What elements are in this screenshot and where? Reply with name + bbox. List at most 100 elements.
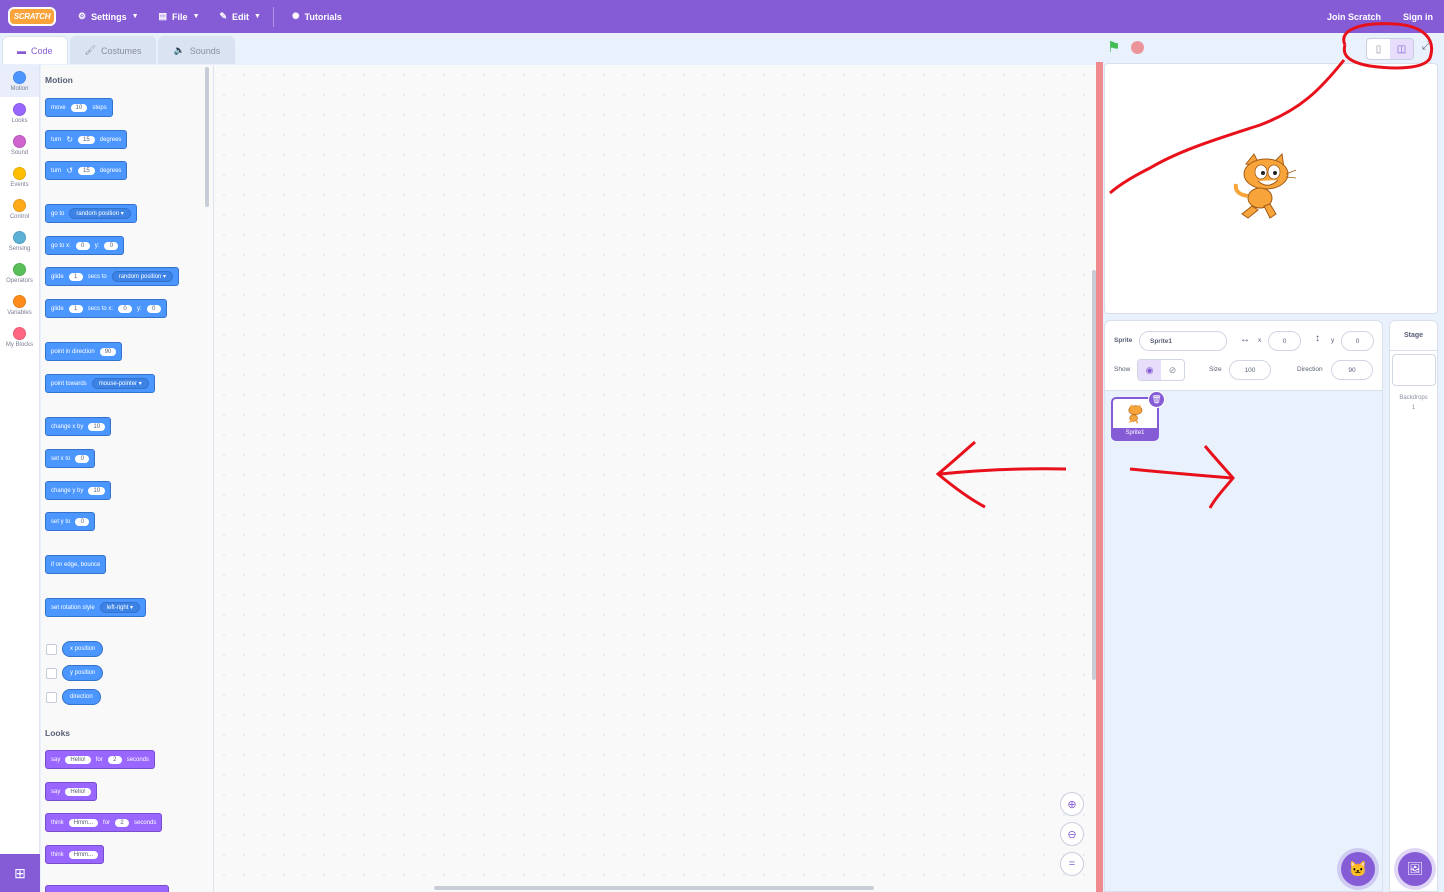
small-stage-button[interactable]: ▯: [1367, 39, 1390, 59]
message-input[interactable]: Hmm...: [68, 818, 99, 827]
reporter-y-position[interactable]: y position: [62, 665, 104, 681]
green-flag-icon[interactable]: ⚑: [1107, 40, 1123, 56]
category-events[interactable]: Events: [0, 161, 39, 193]
block-looks-partial[interactable]: [45, 885, 169, 892]
block-set-x[interactable]: set x to 0: [45, 449, 96, 468]
block-point-in-direction[interactable]: point in direction 90: [45, 342, 123, 361]
x-input[interactable]: 0: [75, 241, 90, 250]
block-go-to-xy[interactable]: go to x: 0 y: 0: [45, 236, 125, 255]
settings-menu[interactable]: ⚙ Settings ▼: [68, 0, 149, 33]
block-say-for-secs[interactable]: say Hello! for 2 seconds: [45, 750, 156, 769]
reporter-x-position[interactable]: x position: [62, 641, 104, 657]
category-sensing[interactable]: Sensing: [0, 225, 39, 257]
category-sound[interactable]: Sound: [0, 129, 39, 161]
file-menu[interactable]: ▤ File ▼: [149, 0, 210, 33]
rotation-dropdown[interactable]: left-right ▾: [99, 602, 141, 613]
block-change-x[interactable]: change x by 10: [45, 417, 112, 436]
tab-sounds[interactable]: 🔈 Sounds: [158, 36, 236, 64]
join-scratch-link[interactable]: Join Scratch: [1316, 0, 1392, 33]
block-say[interactable]: say Hello!: [45, 782, 97, 801]
secs-input[interactable]: 1: [68, 304, 83, 313]
tab-costumes[interactable]: 🖌 Costumes: [69, 36, 157, 64]
block-glide-to-xy[interactable]: glide 1 secs to x: 0 y: 0: [45, 299, 167, 318]
y-position-checkbox[interactable]: [46, 668, 57, 679]
stage-selector[interactable]: Stage Backdrops 1 🖼: [1389, 320, 1438, 892]
tab-code[interactable]: ▬ Code: [2, 36, 68, 64]
x-position-checkbox[interactable]: [46, 644, 57, 655]
value-input[interactable]: 10: [88, 486, 106, 495]
category-motion[interactable]: Motion: [0, 65, 39, 97]
script-horizontal-scrollbar[interactable]: [434, 886, 874, 890]
sprite-direction-input[interactable]: 90: [1331, 360, 1373, 380]
block-change-y[interactable]: change y by 10: [45, 481, 112, 500]
reporter-direction[interactable]: direction: [62, 689, 101, 705]
zoom-reset-button[interactable]: =: [1060, 852, 1084, 876]
sprite-y-input[interactable]: 0: [1341, 331, 1374, 351]
block-set-y[interactable]: set y to 0: [45, 512, 96, 531]
target-dropdown[interactable]: mouse-pointer ▾: [91, 378, 149, 389]
delete-sprite-button[interactable]: 🗑: [1148, 391, 1165, 408]
category-looks[interactable]: Looks: [0, 97, 39, 129]
block-think[interactable]: think Hmm...: [45, 845, 105, 864]
secs-input[interactable]: 1: [68, 272, 83, 281]
category-control[interactable]: Control: [0, 193, 39, 225]
direction-input[interactable]: 90: [99, 347, 117, 356]
message-input[interactable]: Hello!: [65, 755, 91, 764]
value-input[interactable]: 0: [75, 517, 90, 526]
edit-menu[interactable]: ✎ Edit ▼: [210, 0, 271, 33]
scratch-logo[interactable]: SCRATCH: [8, 7, 56, 26]
show-sprite-button[interactable]: ◉: [1138, 360, 1161, 380]
block-turn-right[interactable]: turn ↻ 15 degrees: [45, 130, 128, 149]
sprite-thumbnail[interactable]: Sprite1 🗑: [1111, 391, 1165, 441]
looks-dot-icon: [13, 102, 26, 116]
message-input[interactable]: Hello!: [65, 787, 91, 796]
degrees-input[interactable]: 15: [78, 135, 95, 144]
sprite-size-input[interactable]: 100: [1229, 360, 1271, 380]
block-text: change x by: [51, 423, 84, 430]
hide-sprite-button[interactable]: ⊘: [1161, 360, 1184, 380]
sprite-x-input[interactable]: 0: [1268, 331, 1301, 351]
category-variables[interactable]: Variables: [0, 289, 39, 321]
fullscreen-icon[interactable]: ⤢: [1422, 40, 1431, 53]
steps-input[interactable]: 10: [70, 103, 88, 112]
direction-checkbox[interactable]: [46, 692, 57, 703]
block-bounce[interactable]: if on edge, bounce: [45, 555, 107, 574]
message-input[interactable]: Hmm...: [68, 850, 99, 859]
stage-canvas[interactable]: [1104, 63, 1438, 314]
equals-icon: =: [1068, 858, 1076, 870]
value-input[interactable]: 10: [88, 422, 106, 431]
target-dropdown[interactable]: random position ▾: [69, 208, 131, 219]
script-area[interactable]: ⊕ ⊖ =: [214, 65, 1098, 892]
choose-backdrop-button[interactable]: 🖼: [1398, 852, 1432, 886]
add-extension-button[interactable]: ⊞: [0, 854, 40, 892]
y-input[interactable]: 0: [104, 241, 119, 250]
category-my-blocks[interactable]: My Blocks: [0, 321, 39, 353]
block-turn-left[interactable]: turn ↺ 15 degrees: [45, 161, 128, 180]
category-operators[interactable]: Operators: [0, 257, 39, 289]
block-rotation-style[interactable]: set rotation style left-right ▾: [45, 598, 147, 617]
value-input[interactable]: 0: [75, 454, 90, 463]
sprite-name-input[interactable]: Sprite1: [1139, 331, 1227, 351]
block-glide-to[interactable]: glide 1 secs to random position ▾: [45, 267, 180, 286]
degrees-input[interactable]: 15: [78, 166, 95, 175]
stage-thumbnail[interactable]: [1391, 354, 1436, 386]
secs-input[interactable]: 2: [107, 755, 122, 764]
secs-input[interactable]: 2: [115, 818, 130, 827]
y-input[interactable]: 0: [146, 304, 161, 313]
zoom-out-button[interactable]: ⊖: [1060, 822, 1084, 846]
large-stage-button[interactable]: ◫: [1390, 39, 1413, 59]
target-dropdown[interactable]: random position ▾: [111, 271, 174, 282]
x-input[interactable]: 0: [118, 304, 133, 313]
tutorials-button[interactable]: ✺ Tutorials: [282, 0, 352, 33]
block-think-for-secs[interactable]: think Hmm... for 2 seconds: [45, 813, 163, 832]
choose-sprite-button[interactable]: 🐱: [1341, 852, 1375, 886]
zoom-in-button[interactable]: ⊕: [1060, 792, 1084, 816]
block-point-towards[interactable]: point towards mouse-pointer ▾: [45, 374, 155, 393]
sign-in-link[interactable]: Sign in: [1392, 0, 1444, 33]
large-stage-icon: ◫: [1396, 43, 1407, 55]
block-go-to[interactable]: go to random position ▾: [45, 204, 137, 223]
stop-icon[interactable]: [1131, 41, 1144, 54]
events-dot-icon: [13, 166, 26, 180]
palette-scrollbar[interactable]: [205, 67, 209, 207]
block-move-steps[interactable]: move 10 steps: [45, 98, 113, 117]
